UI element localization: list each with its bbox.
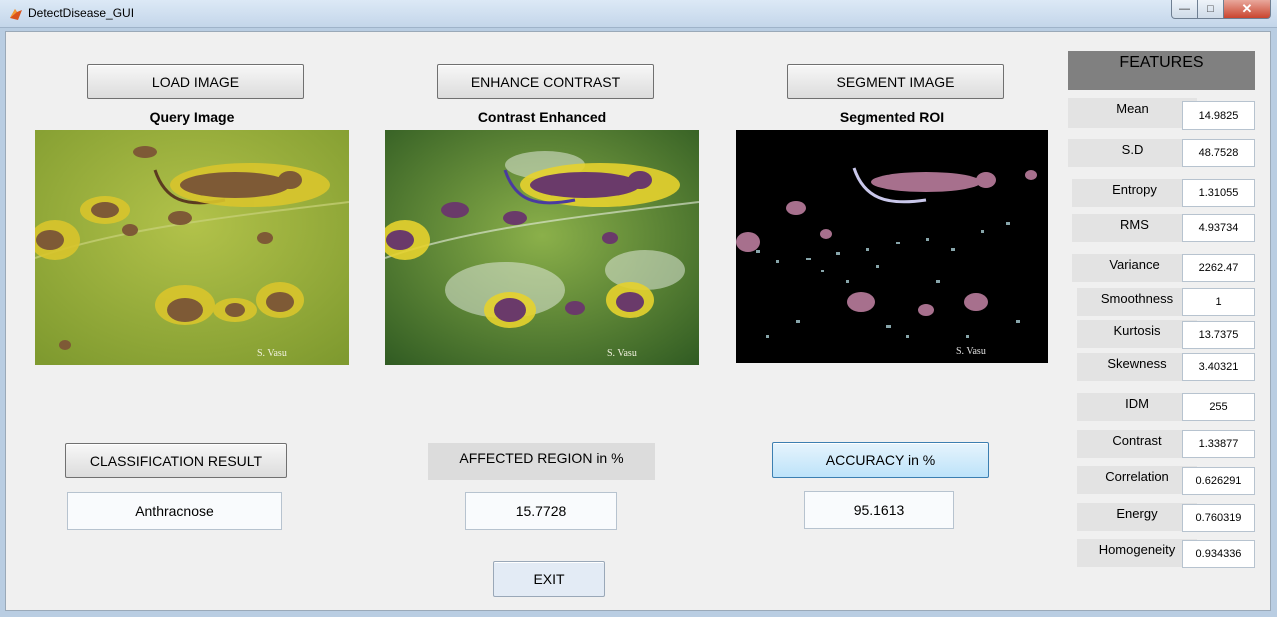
exit-button[interactable]: EXIT [493,561,605,597]
feature-label-energy: Energy [1077,503,1197,531]
features-header: FEATURES [1068,51,1255,90]
enhanced-watermark: S. Vasu [607,348,637,359]
feature-value-kurtosis[interactable]: 13.7375 [1182,321,1255,349]
segmented-watermark: S. Vasu [956,346,986,357]
minimize-icon: — [1179,3,1190,15]
maximize-icon: □ [1207,3,1214,15]
feature-label-entropy: Entropy [1072,179,1197,207]
feature-value-energy[interactable]: 0.760319 [1182,504,1255,532]
feature-label-mean: Mean [1068,98,1197,128]
feature-label-rms: RMS [1072,214,1197,242]
classification-result-field[interactable]: Anthracnose [67,492,282,530]
feature-value-correlation[interactable]: 0.626291 [1182,467,1255,495]
feature-value-mean[interactable]: 14.9825 [1182,101,1255,130]
maximize-button[interactable]: □ [1198,0,1224,19]
affected-region-label: AFFECTED REGION in % [428,443,655,480]
segment-image-button[interactable]: SEGMENT IMAGE [787,64,1004,99]
window-title: DetectDisease_GUI [28,6,135,20]
load-image-button[interactable]: LOAD IMAGE [87,64,304,99]
classification-result-button[interactable]: CLASSIFICATION RESULT [65,443,287,478]
window-frame: LOAD IMAGE ENHANCE CONTRAST SEGMENT IMAG… [0,28,1277,617]
feature-label-contrast: Contrast [1077,430,1197,458]
window-controls: — □ ✕ [1171,0,1271,19]
feature-value-rms[interactable]: 4.93734 [1182,214,1255,242]
title-bar[interactable]: DetectDisease_GUI — □ ✕ [0,0,1277,28]
matlab-icon [8,6,24,22]
query-image: S. Vasu [35,130,349,365]
segmented-image-caption: Segmented ROI [839,109,945,125]
feature-value-entropy[interactable]: 1.31055 [1182,179,1255,207]
feature-value-contrast[interactable]: 1.33877 [1182,430,1255,458]
enhance-contrast-button[interactable]: ENHANCE CONTRAST [437,64,654,99]
enhanced-image: S. Vasu [385,130,699,365]
feature-label-idm: IDM [1077,393,1197,421]
feature-label-correlation: Correlation [1077,466,1197,494]
feature-value-skewness[interactable]: 3.40321 [1182,353,1255,381]
query-image-caption: Query Image [149,109,235,125]
feature-label-smoothness: Smoothness [1077,288,1197,316]
query-watermark: S. Vasu [257,348,287,359]
minimize-button[interactable]: — [1171,0,1198,19]
segmented-image: S. Vasu [736,130,1048,363]
feature-value-homogeneity[interactable]: 0.934336 [1182,540,1255,568]
feature-label-kurtosis: Kurtosis [1077,320,1197,348]
feature-label-sd: S.D [1068,139,1197,167]
feature-label-homogeneity: Homogeneity [1077,539,1197,567]
feature-label-variance: Variance [1072,254,1197,282]
feature-value-variance[interactable]: 2262.47 [1182,254,1255,282]
feature-label-skewness: Skewness [1077,353,1197,381]
accuracy-field[interactable]: 95.1613 [804,491,954,529]
feature-value-sd[interactable]: 48.7528 [1182,139,1255,167]
accuracy-button[interactable]: ACCURACY in % [772,442,989,478]
affected-region-field[interactable]: 15.7728 [465,492,617,530]
figure-panel: LOAD IMAGE ENHANCE CONTRAST SEGMENT IMAG… [5,31,1271,611]
feature-value-idm[interactable]: 255 [1182,393,1255,421]
feature-value-smoothness[interactable]: 1 [1182,288,1255,316]
close-icon: ✕ [1241,1,1253,16]
enhanced-image-caption: Contrast Enhanced [477,109,607,125]
close-button[interactable]: ✕ [1224,0,1271,19]
